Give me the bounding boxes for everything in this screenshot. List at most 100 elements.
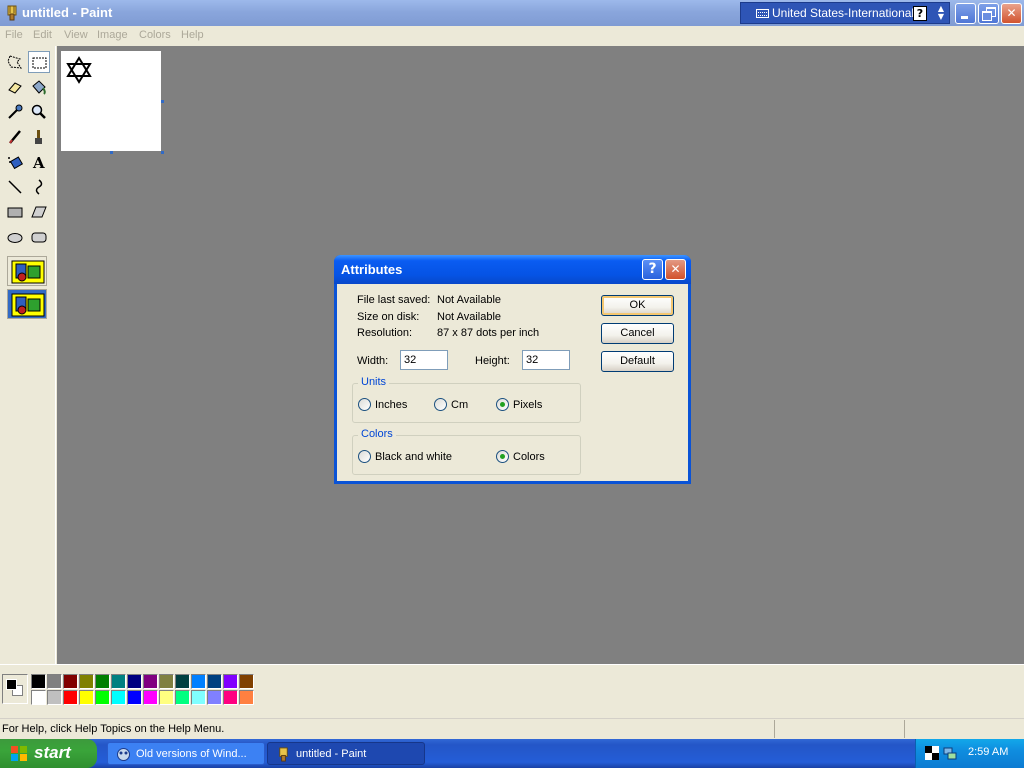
- palette-swatch[interactable]: [223, 674, 238, 689]
- palette-swatch[interactable]: [143, 690, 158, 705]
- restore-button[interactable]: [978, 3, 999, 24]
- cancel-button[interactable]: Cancel: [601, 323, 674, 344]
- canvas-resize-handle-right[interactable]: [161, 100, 164, 103]
- resolution-value: 87 x 87 dots per inch: [437, 327, 540, 339]
- palette-swatch[interactable]: [159, 690, 174, 705]
- default-button[interactable]: Default: [601, 351, 674, 372]
- canvas-resize-handle-bottom[interactable]: [110, 151, 113, 154]
- paint-app-icon: [7, 5, 17, 21]
- language-bar[interactable]: United States-International ? ▲ ▼: [740, 2, 950, 24]
- palette-swatch[interactable]: [79, 690, 94, 705]
- menu-colors[interactable]: Colors: [139, 29, 171, 41]
- minimize-button[interactable]: [955, 3, 976, 24]
- palette-swatch[interactable]: [31, 690, 46, 705]
- units-pixels-radio[interactable]: [496, 398, 509, 411]
- colors-bw-radio[interactable]: [358, 450, 371, 463]
- select-tool[interactable]: [28, 51, 50, 73]
- ok-button[interactable]: OK: [601, 295, 674, 316]
- language-options-icon[interactable]: ▲ ▼: [936, 5, 946, 21]
- palette-swatch[interactable]: [191, 690, 206, 705]
- palette-swatch[interactable]: [239, 690, 254, 705]
- start-button[interactable]: start: [0, 739, 97, 768]
- eyedropper-icon: [8, 104, 23, 119]
- palette-swatch[interactable]: [175, 674, 190, 689]
- palette-swatch[interactable]: [239, 674, 254, 689]
- magnifier-icon: [31, 104, 46, 119]
- dialog-title: Attributes: [341, 262, 403, 277]
- units-pixels-label[interactable]: Pixels: [513, 399, 542, 411]
- status-text: For Help, click Help Topics on the Help …: [2, 723, 225, 735]
- palette-swatch[interactable]: [47, 690, 62, 705]
- brush-tool[interactable]: [28, 126, 50, 148]
- palette-swatch[interactable]: [127, 690, 142, 705]
- dialog-help-button[interactable]: ?: [642, 259, 663, 280]
- opaque-background-icon: [11, 260, 45, 284]
- close-button[interactable]: [1001, 3, 1022, 24]
- width-field[interactable]: 32: [400, 350, 448, 370]
- palette-swatch[interactable]: [191, 674, 206, 689]
- network-tray-icon[interactable]: [943, 746, 957, 760]
- palette-swatch[interactable]: [207, 690, 222, 705]
- language-label[interactable]: United States-International: [772, 6, 914, 20]
- menu-view[interactable]: View: [64, 29, 88, 41]
- palette-swatch[interactable]: [95, 690, 110, 705]
- ellipse-tool[interactable]: [4, 226, 26, 248]
- language-help-icon[interactable]: ?: [913, 6, 927, 21]
- window-title: untitled - Paint: [22, 5, 113, 20]
- palette-swatch[interactable]: [31, 674, 46, 689]
- colors-group-title: Colors: [358, 428, 396, 440]
- palette-swatch[interactable]: [127, 674, 142, 689]
- palette-swatch[interactable]: [159, 674, 174, 689]
- pencil-tool[interactable]: [4, 126, 26, 148]
- line-tool[interactable]: [4, 176, 26, 198]
- pick-color-tool[interactable]: [4, 101, 26, 123]
- height-field[interactable]: 32: [522, 350, 570, 370]
- polygon-tool[interactable]: [28, 201, 50, 223]
- transparent-on-option[interactable]: [7, 289, 47, 319]
- rectangle-select-icon: [32, 57, 47, 69]
- units-inches-label[interactable]: Inches: [375, 399, 407, 411]
- palette-swatch[interactable]: [111, 690, 126, 705]
- curve-tool[interactable]: [28, 176, 50, 198]
- taskbar-item-label: Old versions of Wind...: [136, 748, 247, 760]
- rectangle-tool[interactable]: [4, 201, 26, 223]
- menu-help[interactable]: Help: [181, 29, 204, 41]
- free-form-select-tool[interactable]: [4, 51, 26, 73]
- palette-swatch[interactable]: [47, 674, 62, 689]
- palette-swatch[interactable]: [63, 674, 78, 689]
- palette-swatch[interactable]: [223, 690, 238, 705]
- palette-swatch[interactable]: [95, 674, 110, 689]
- rounded-rectangle-tool[interactable]: [28, 226, 50, 248]
- colors-colors-label[interactable]: Colors: [513, 451, 545, 463]
- magnifier-tool[interactable]: [28, 101, 50, 123]
- units-cm-label[interactable]: Cm: [451, 399, 468, 411]
- dialog-close-button[interactable]: [665, 259, 686, 280]
- taskbar-item-paint[interactable]: untitled - Paint: [267, 742, 425, 765]
- airbrush-tool[interactable]: [4, 151, 26, 173]
- eraser-icon: [8, 82, 22, 94]
- canvas-resize-handle-corner[interactable]: [161, 151, 164, 154]
- units-inches-radio[interactable]: [358, 398, 371, 411]
- clock[interactable]: 2:59 AM: [968, 746, 1008, 758]
- height-label: Height:: [475, 355, 510, 367]
- menu-edit[interactable]: Edit: [33, 29, 52, 41]
- text-tool[interactable]: A: [28, 151, 50, 173]
- palette-swatch[interactable]: [175, 690, 190, 705]
- status-position-cell: [774, 720, 904, 738]
- palette-swatch[interactable]: [79, 674, 94, 689]
- drawing-canvas[interactable]: [61, 51, 161, 151]
- units-cm-radio[interactable]: [434, 398, 447, 411]
- palette-swatch[interactable]: [207, 674, 222, 689]
- colors-bw-label[interactable]: Black and white: [375, 451, 452, 463]
- colors-colors-radio[interactable]: [496, 450, 509, 463]
- checkerboard-tray-icon[interactable]: [925, 746, 939, 760]
- palette-swatch[interactable]: [143, 674, 158, 689]
- taskbar-item-browser[interactable]: Old versions of Wind...: [107, 742, 265, 765]
- eraser-tool[interactable]: [4, 76, 26, 98]
- fill-tool[interactable]: [28, 76, 50, 98]
- palette-swatch[interactable]: [63, 690, 78, 705]
- palette-swatch[interactable]: [111, 674, 126, 689]
- transparent-off-option[interactable]: [7, 256, 47, 286]
- menu-image[interactable]: Image: [97, 29, 128, 41]
- menu-file[interactable]: File: [5, 29, 23, 41]
